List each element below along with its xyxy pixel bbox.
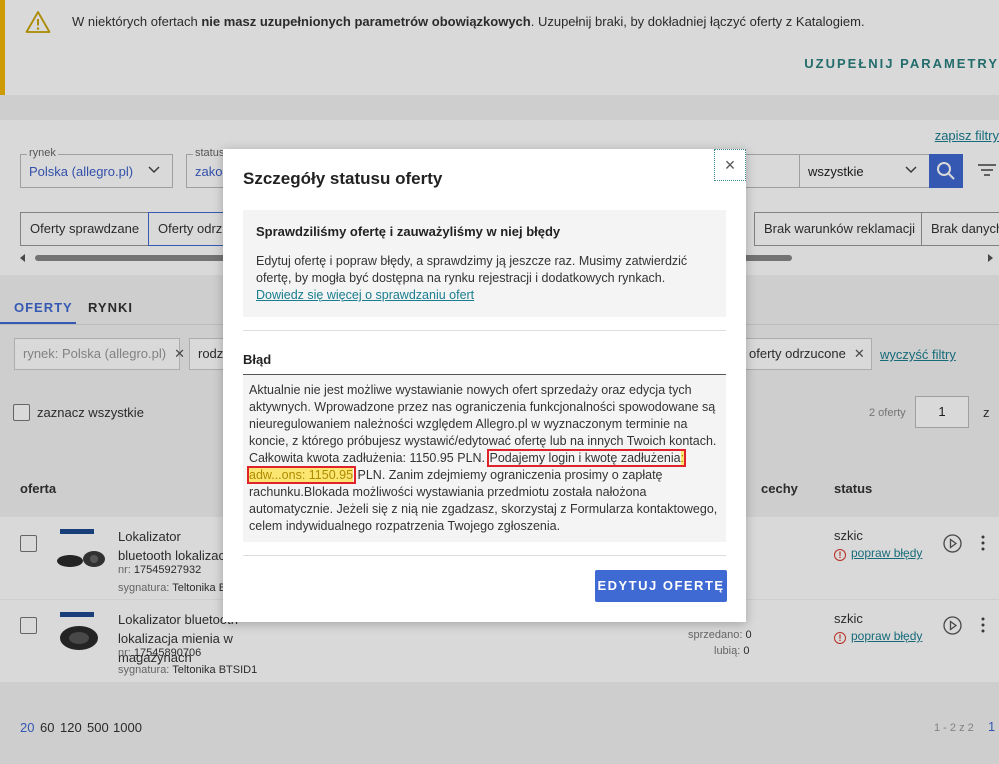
edit-offer-button[interactable]: EDYTUJ OFERTĘ xyxy=(595,570,727,602)
review-text: Edytuj ofertę i popraw błędy, a sprawdzi… xyxy=(256,254,688,302)
divider xyxy=(243,330,726,331)
error-details-box: Aktualnie nie jest możliwe wystawianie n… xyxy=(243,375,726,542)
close-icon[interactable]: × xyxy=(714,149,746,181)
error-message: Aktualnie nie jest możliwe wystawianie n… xyxy=(246,383,718,533)
offer-status-dialog: × Szczegóły statusu oferty Sprawdziliśmy… xyxy=(223,149,746,622)
error-heading: Błąd xyxy=(243,352,272,367)
divider xyxy=(243,555,726,556)
review-heading: Sprawdziliśmy ofertę i zauważyliśmy w ni… xyxy=(256,224,561,239)
review-info-box: Sprawdziliśmy ofertę i zauważyliśmy w ni… xyxy=(243,210,726,317)
learn-more-link[interactable]: Dowiedz się więcej o sprawdzaniu ofert xyxy=(256,288,474,302)
dialog-title: Szczegóły statusu oferty xyxy=(243,169,443,188)
